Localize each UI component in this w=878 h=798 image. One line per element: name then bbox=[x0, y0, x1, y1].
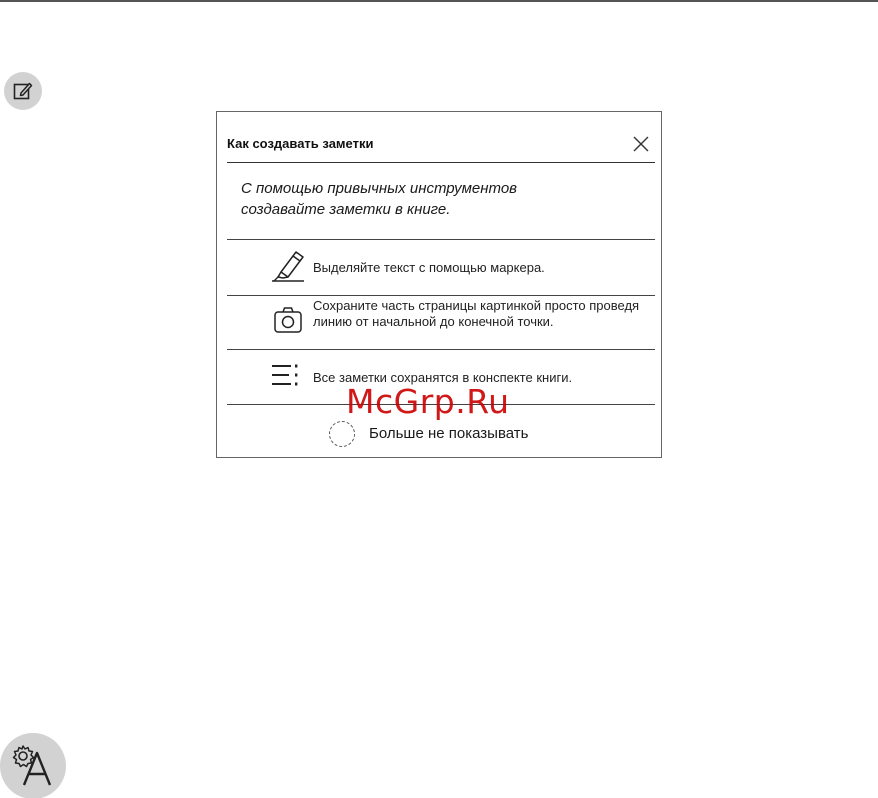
tip-row-snapshot: Сохраните часть страницы картинкой прост… bbox=[227, 296, 655, 349]
dialog-title: Как создавать заметки bbox=[227, 136, 374, 151]
top-rule bbox=[0, 0, 878, 2]
notes-badge bbox=[4, 72, 42, 110]
dialog-intro: С помощью привычных инструментов создава… bbox=[241, 178, 641, 220]
close-icon bbox=[633, 136, 649, 152]
font-settings-icon bbox=[12, 745, 52, 786]
tip-text-marker: Выделяйте текст с помощью маркера. bbox=[313, 260, 545, 275]
tip-text-snapshot: Сохраните часть страницы картинкой прост… bbox=[313, 298, 640, 329]
settings-badge bbox=[0, 733, 66, 798]
marker-icon bbox=[269, 250, 307, 289]
dont-show-checkbox[interactable] bbox=[329, 421, 355, 447]
camera-icon bbox=[273, 306, 305, 341]
intro-line-1: С помощью привычных инструментов bbox=[241, 180, 517, 197]
dialog-header: Как создавать заметки bbox=[227, 130, 655, 163]
edit-note-icon bbox=[13, 82, 33, 100]
dont-show-row: Больше не показывать bbox=[217, 418, 661, 454]
dont-show-label: Больше не показывать bbox=[369, 425, 529, 442]
manual-page: Как создавать заметки С помощью привычны… bbox=[0, 0, 878, 798]
tip-row-marker: Выделяйте текст с помощью маркера. bbox=[227, 240, 655, 295]
intro-line-2: создавайте заметки в книге. bbox=[241, 201, 451, 218]
watermark: McGrp.Ru bbox=[346, 382, 510, 421]
close-button[interactable] bbox=[631, 134, 651, 154]
notes-list-icon bbox=[269, 362, 301, 397]
